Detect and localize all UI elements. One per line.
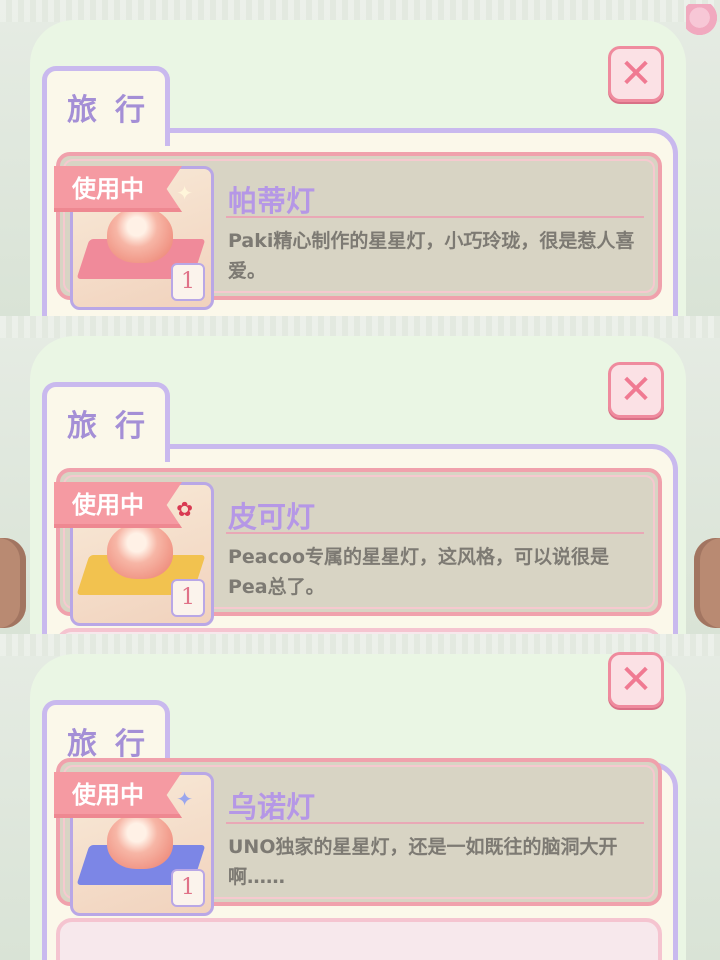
item-title: 帕蒂灯 xyxy=(228,184,316,218)
star-lamp-icon xyxy=(107,813,173,869)
furniture-right xyxy=(694,538,720,628)
title-divider xyxy=(226,216,644,218)
item-count: 1 xyxy=(171,579,205,617)
close-button[interactable]: ✕ xyxy=(608,46,664,102)
item-description: Peacoo专属的星星灯，这风格，可以说很是Pea总了。 xyxy=(228,546,610,598)
next-item-card[interactable] xyxy=(56,918,662,960)
rose-icon: ✿ xyxy=(176,497,193,521)
screen-strip-3: 旅行 ✕ ✦ 1 使用中 乌诺灯 UNO独家的星星灯，还是一如既往的脑洞大开啊…… xyxy=(0,634,720,960)
in-use-badge: 使用中 xyxy=(54,166,182,212)
tab-label: 旅行 xyxy=(67,93,163,128)
close-icon: ✕ xyxy=(619,657,653,703)
next-item-card[interactable] xyxy=(56,628,662,634)
screen-strip-2: 旅行 ✕ ✿ 1 使用中 皮可灯 Peacoo专属的星星灯，这风格，可以说很是P… xyxy=(0,316,720,634)
in-use-badge: 使用中 xyxy=(54,772,182,818)
item-count: 1 xyxy=(171,869,205,907)
flower-decoration xyxy=(686,4,720,38)
sparkle-icon: ✦ xyxy=(176,787,193,811)
item-title: 乌诺灯 xyxy=(228,790,316,824)
tab-label: 旅行 xyxy=(67,409,163,444)
item-card[interactable]: ✦ 1 使用中 帕蒂灯 Paki精心制作的星星灯，小巧玲珑，很是惹人喜爱。 xyxy=(54,152,662,310)
title-divider xyxy=(226,532,644,534)
star-lamp-icon xyxy=(107,523,173,579)
item-count: 1 xyxy=(171,263,205,301)
close-icon: ✕ xyxy=(619,51,653,97)
item-card[interactable]: ✿ 1 使用中 皮可灯 Peacoo专属的星星灯，这风格，可以说很是Pea总了。 xyxy=(54,468,662,626)
tab-travel[interactable]: 旅行 xyxy=(42,66,170,146)
close-button[interactable]: ✕ xyxy=(608,362,664,418)
close-icon: ✕ xyxy=(619,367,653,413)
close-button[interactable]: ✕ xyxy=(608,652,664,708)
tab-travel[interactable]: 旅行 xyxy=(42,382,170,462)
in-use-badge: 使用中 xyxy=(54,482,182,528)
item-card[interactable]: ✦ 1 使用中 乌诺灯 UNO独家的星星灯，还是一如既往的脑洞大开啊…… xyxy=(54,758,662,916)
screen-strip-1: 旅行 ✕ ✦ 1 使用中 帕蒂灯 Paki精心制作的星星灯，小巧玲珑，很是惹人喜… xyxy=(0,0,720,316)
furniture-left xyxy=(0,538,26,628)
star-lamp-icon xyxy=(107,207,173,263)
title-divider xyxy=(226,822,644,824)
item-title: 皮可灯 xyxy=(228,500,316,534)
sparkle-icon: ✦ xyxy=(176,181,193,205)
item-description: Paki精心制作的星星灯，小巧玲珑，很是惹人喜爱。 xyxy=(228,230,635,282)
tab-label: 旅行 xyxy=(67,727,163,762)
item-description: UNO独家的星星灯，还是一如既往的脑洞大开啊…… xyxy=(228,836,618,888)
